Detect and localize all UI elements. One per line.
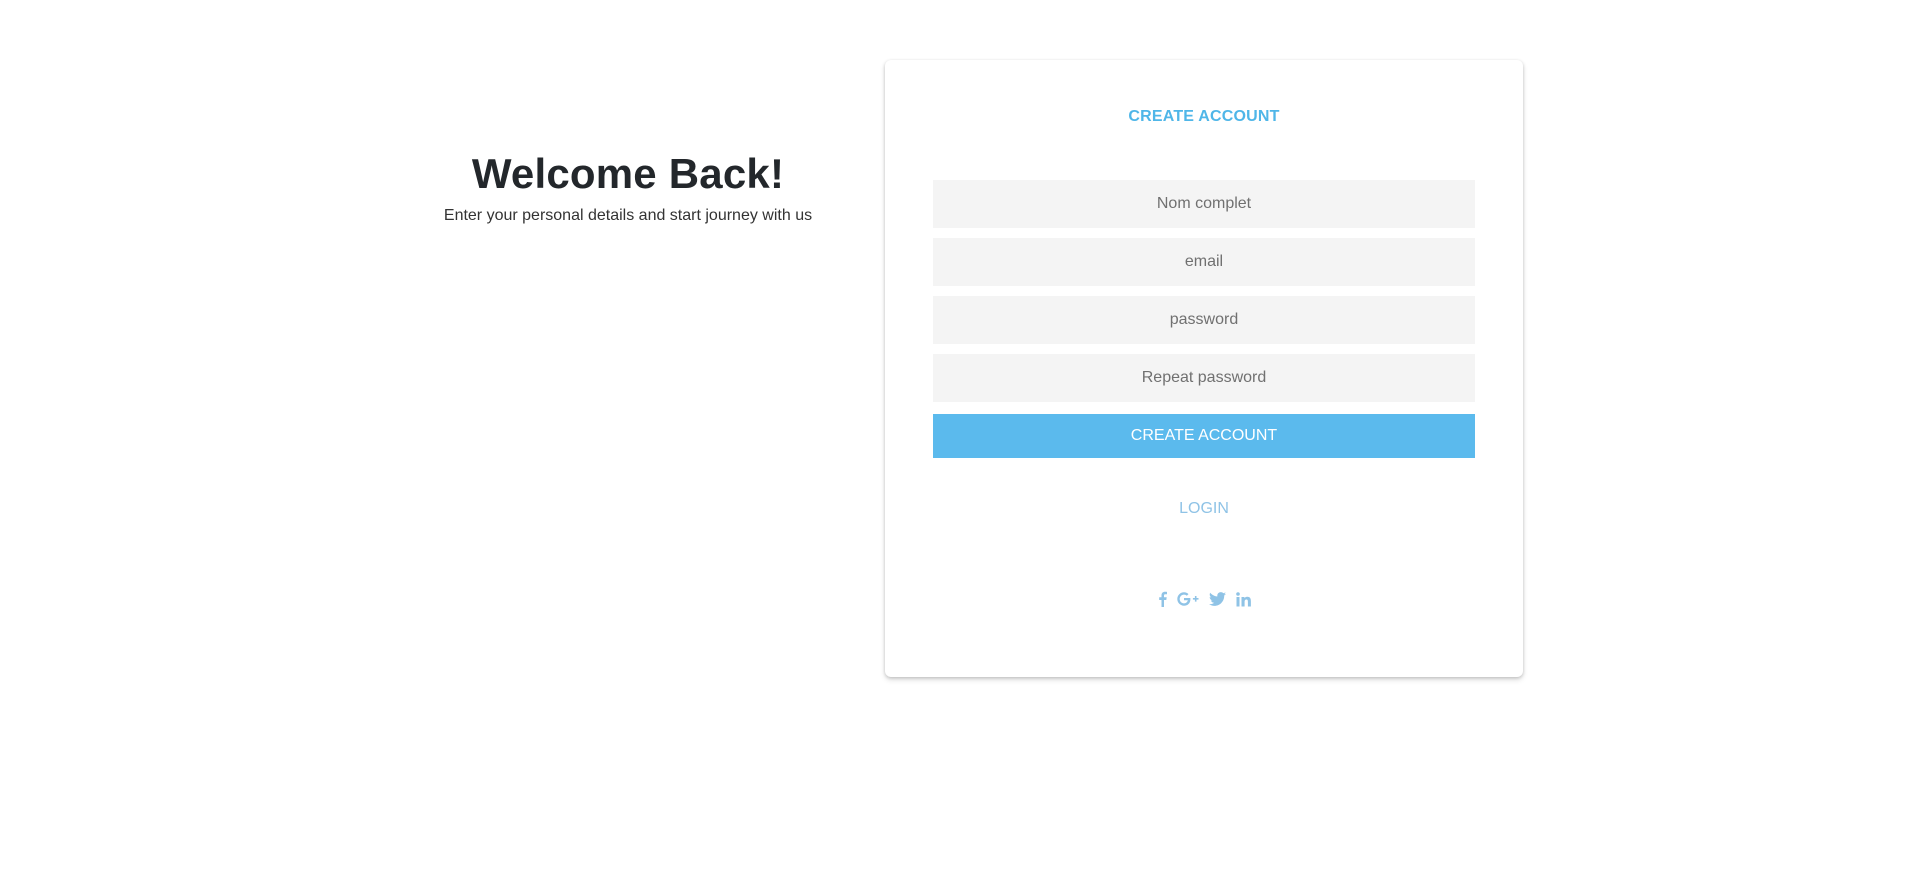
password-input[interactable]: [933, 296, 1475, 344]
full-name-input[interactable]: [933, 180, 1475, 228]
linkedin-icon[interactable]: [1235, 590, 1251, 608]
create-account-button[interactable]: CREATE ACCOUNT: [933, 414, 1475, 458]
email-input[interactable]: [933, 238, 1475, 286]
social-links: [885, 590, 1523, 608]
facebook-icon[interactable]: [1158, 590, 1167, 608]
form-title: CREATE ACCOUNT: [1128, 108, 1280, 125]
signup-card: CREATE ACCOUNT CREATE ACCOUNT LOGIN: [885, 60, 1523, 677]
welcome-subtext: Enter your personal details and start jo…: [443, 207, 813, 224]
welcome-heading: Welcome Back!: [471, 150, 785, 197]
login-link[interactable]: LOGIN: [885, 500, 1523, 518]
repeat-password-input[interactable]: [933, 354, 1475, 402]
twitter-icon[interactable]: [1208, 590, 1226, 608]
welcome-panel: Welcome Back! Enter your personal detail…: [440, 148, 816, 227]
page: Welcome Back! Enter your personal detail…: [0, 0, 1920, 880]
google-plus-icon[interactable]: [1176, 590, 1199, 608]
